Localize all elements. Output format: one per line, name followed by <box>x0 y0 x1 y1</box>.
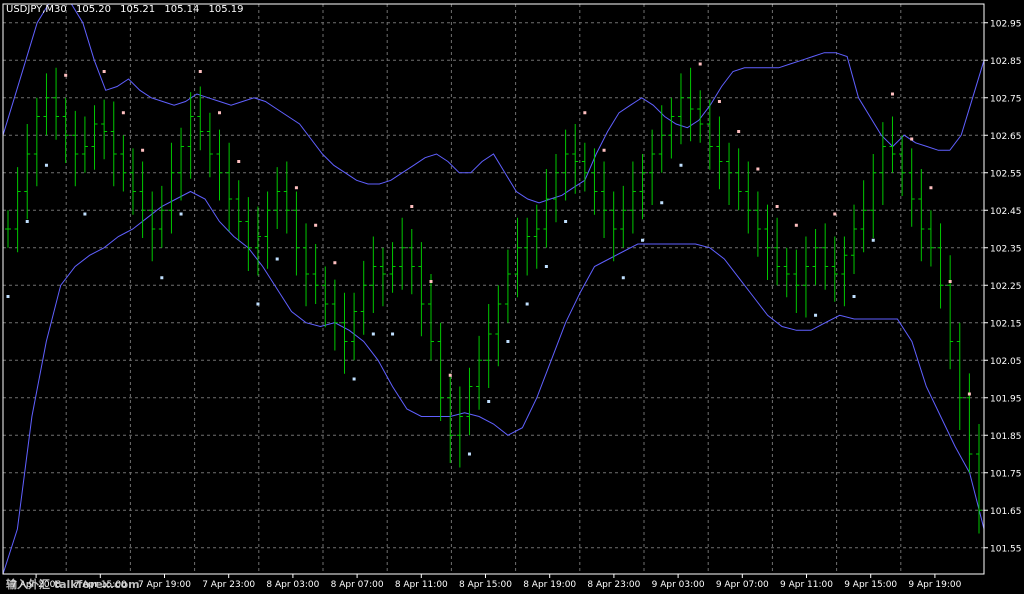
sar-dot <box>410 205 414 208</box>
sar-dot <box>314 223 318 227</box>
sar-dot <box>256 302 260 306</box>
x-tick-label: 8 Apr 19:00 <box>523 580 576 590</box>
sar-dot <box>948 280 952 283</box>
sar-dot <box>890 92 894 96</box>
y-tick-label: 101.55 <box>990 544 1022 554</box>
sar-dot <box>564 220 568 223</box>
sar-dot <box>275 257 279 261</box>
sar-dot <box>371 332 375 336</box>
sar-dot <box>352 377 356 381</box>
sar-dot <box>102 70 106 73</box>
y-tick-label: 102.05 <box>990 357 1022 367</box>
sar-dot <box>621 276 625 280</box>
sar-dot <box>910 137 914 141</box>
sar-dot <box>544 265 548 268</box>
sar-dot <box>487 400 491 403</box>
sar-dot <box>833 212 837 216</box>
y-tick-label: 101.85 <box>990 432 1022 442</box>
sar-dot <box>775 205 779 208</box>
y-tick-label: 102.35 <box>990 244 1022 254</box>
x-tick-label: 8 Apr 15:00 <box>459 580 512 590</box>
sar-dot <box>141 148 145 152</box>
x-tick-label: 7 Apr 19:00 <box>138 580 191 590</box>
sar-dot <box>64 73 68 77</box>
y-tick-label: 102.45 <box>990 207 1022 217</box>
x-tick-label: 8 Apr 23:00 <box>587 580 640 590</box>
y-tick-label: 102.65 <box>990 132 1022 142</box>
high-value: 105.21 <box>120 4 156 15</box>
sar-dot <box>583 111 587 115</box>
y-tick-label: 102.85 <box>990 57 1022 67</box>
sar-dot <box>83 212 87 216</box>
chart-header: USDJPY,M30 105.20 105.21 105.14 105.19 <box>6 4 250 15</box>
sar-dot <box>121 111 125 115</box>
x-tick-label: 8 Apr 11:00 <box>395 580 448 590</box>
sar-dot <box>333 261 337 265</box>
sar-dot <box>6 295 10 298</box>
y-tick-label: 102.15 <box>990 319 1022 329</box>
close-value: 105.19 <box>208 4 244 15</box>
sar-dot <box>929 186 933 190</box>
y-tick-label: 102.95 <box>990 19 1022 29</box>
sar-dot <box>967 392 971 396</box>
sar-dot <box>294 186 298 190</box>
price-chart[interactable]: 102.95 102.85 102.75 102.65 102.55 102.45 102.… <box>0 0 1024 594</box>
sar-dot <box>429 280 433 283</box>
x-tick-label: 9 Apr 15:00 <box>844 580 897 590</box>
watermark-text: 输入外汇 talkforex.com <box>6 578 140 591</box>
sar-dot <box>391 332 395 336</box>
sar-dot <box>218 111 222 115</box>
x-tick-label: 9 Apr 19:00 <box>908 580 961 590</box>
sar-dot <box>717 100 721 103</box>
sar-dot <box>852 295 856 298</box>
sar-dot <box>237 160 241 163</box>
y-tick-label: 101.95 <box>990 394 1022 404</box>
sar-dot <box>871 238 875 242</box>
sar-dot <box>448 373 452 377</box>
chart-grid <box>3 4 984 574</box>
x-tick-label: 9 Apr 11:00 <box>780 580 833 590</box>
sar-dot <box>467 452 471 456</box>
x-tick-label: 8 Apr 07:00 <box>331 580 384 590</box>
x-tick-label: 9 Apr 03:00 <box>652 580 705 590</box>
sar-dot <box>698 62 702 66</box>
x-tick-label: 7 Apr 23:00 <box>202 580 255 590</box>
sar-dot <box>179 212 183 216</box>
sar-dot <box>25 220 29 223</box>
x-tick-label: 9 Apr 07:00 <box>716 580 769 590</box>
sar-dot <box>756 167 760 171</box>
y-tick-label: 102.75 <box>990 94 1022 104</box>
y-tick-label: 101.75 <box>990 469 1022 479</box>
x-tick-label: 8 Apr 03:00 <box>266 580 319 590</box>
sar-dot <box>660 201 664 205</box>
open-value: 105.20 <box>75 4 111 15</box>
symbol-label: USDJPY,M30 <box>6 4 67 15</box>
y-tick-label: 101.65 <box>990 507 1022 517</box>
parabolic-sar-dots <box>6 62 971 456</box>
y-tick-label: 102.25 <box>990 282 1022 292</box>
y-tick-label: 102.55 <box>990 169 1022 179</box>
ohlc-bars <box>5 67 982 534</box>
low-value: 105.14 <box>164 4 200 15</box>
chart-axes: 102.95 102.85 102.75 102.65 102.55 102.45 102.… <box>2 3 1022 590</box>
sar-dot <box>506 340 510 343</box>
sar-dot <box>737 130 741 133</box>
sar-dot <box>525 302 529 306</box>
sar-dot <box>602 148 606 152</box>
sar-dot <box>198 70 202 73</box>
sar-dot <box>44 163 48 167</box>
sar-dot <box>641 238 645 242</box>
sar-dot <box>794 223 798 227</box>
sar-dot <box>160 276 164 280</box>
sar-dot <box>679 163 683 167</box>
sar-dot <box>814 313 818 317</box>
